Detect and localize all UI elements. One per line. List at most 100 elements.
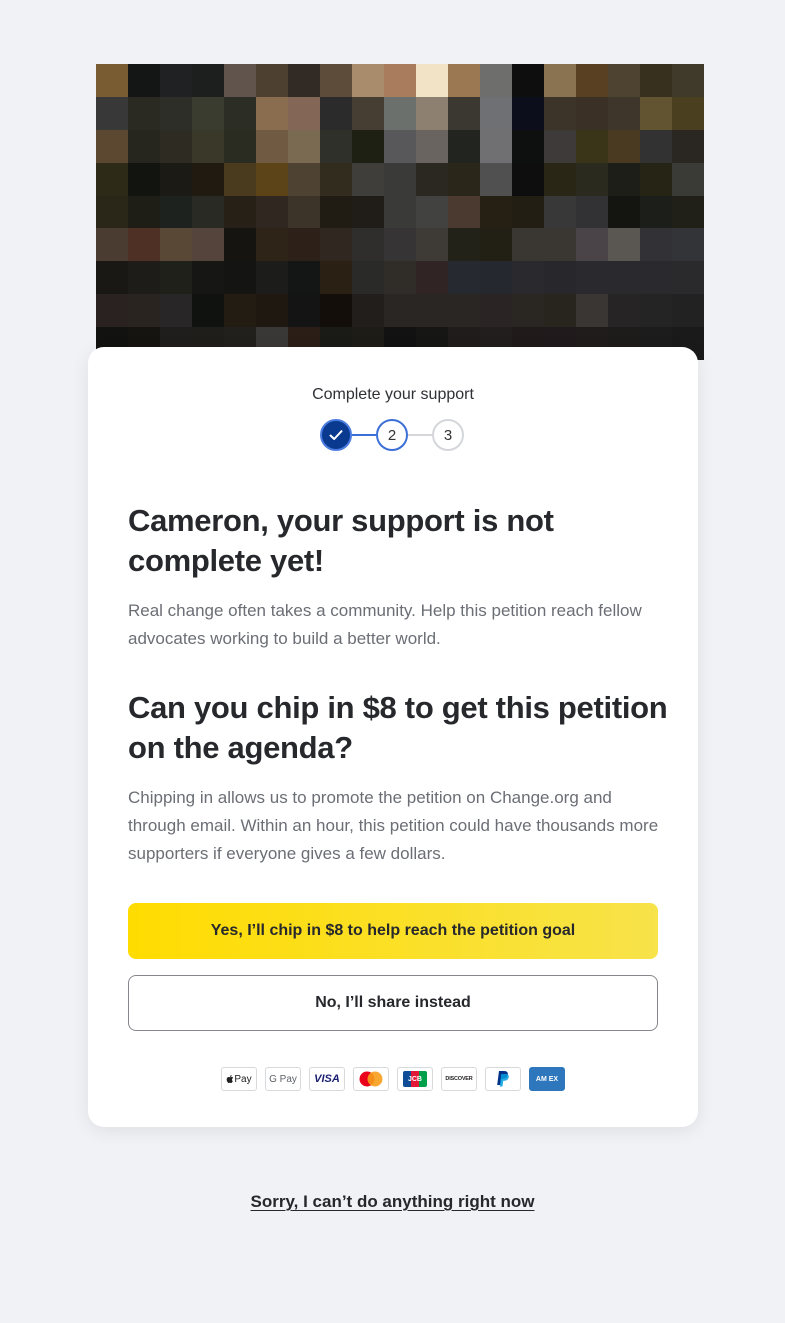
pixel-block <box>288 96 320 130</box>
share-instead-button[interactable]: No, I’ll share instead <box>128 975 658 1031</box>
pixel-block <box>320 261 352 295</box>
pixel-block <box>128 162 160 196</box>
paypal-logo-icon <box>497 1071 509 1087</box>
amex-icon: AM EX <box>529 1067 565 1091</box>
discover-label: DISCOVER <box>445 1076 473 1082</box>
pixel-block <box>416 64 448 97</box>
pixel-block <box>192 64 224 97</box>
pixel-block <box>96 64 128 97</box>
pixel-block <box>224 129 256 163</box>
pixel-block <box>352 261 384 295</box>
pixel-block <box>288 64 320 97</box>
pixel-block <box>576 228 608 262</box>
pixel-block <box>352 96 384 130</box>
pixel-block <box>192 228 224 262</box>
pixel-block <box>672 261 704 295</box>
support-heading: Cameron, your support is not complete ye… <box>128 503 554 578</box>
pixel-block <box>416 129 448 163</box>
pixel-block <box>608 162 640 196</box>
pixel-block <box>672 162 704 196</box>
pixel-block <box>512 261 544 295</box>
pixel-block <box>384 228 416 262</box>
pixel-block <box>416 96 448 130</box>
pixel-block <box>128 294 160 328</box>
pixel-block <box>608 64 640 97</box>
pixel-block <box>672 64 704 97</box>
pixel-block <box>448 294 480 328</box>
pixel-block <box>640 64 672 97</box>
pixel-block <box>608 195 640 229</box>
step-2-current: 2 <box>376 419 408 451</box>
pixel-block <box>672 294 704 328</box>
pixel-block <box>160 162 192 196</box>
pixel-block <box>448 96 480 130</box>
pixel-block <box>96 261 128 295</box>
pixel-block <box>384 96 416 130</box>
pixel-block <box>576 64 608 97</box>
pixel-block <box>288 195 320 229</box>
discover-icon: DISCOVER <box>441 1067 477 1091</box>
pixel-block <box>576 96 608 130</box>
pixel-block <box>448 195 480 229</box>
pixel-block <box>320 162 352 196</box>
pixel-block <box>448 162 480 196</box>
pixel-block <box>288 162 320 196</box>
google-pay-icon: G Pay <box>265 1067 301 1091</box>
pixel-block <box>352 195 384 229</box>
pixel-block <box>384 195 416 229</box>
pixel-block <box>320 96 352 130</box>
pixel-block <box>640 96 672 130</box>
pixel-block <box>224 261 256 295</box>
stepper-connector <box>352 434 376 436</box>
pixel-block <box>480 195 512 229</box>
pixel-block <box>320 195 352 229</box>
stepper-label: Complete your support <box>312 386 474 403</box>
paypal-icon <box>485 1067 521 1091</box>
pixel-block <box>224 228 256 262</box>
pixel-block <box>448 129 480 163</box>
pixel-block <box>544 261 576 295</box>
pixel-block <box>128 129 160 163</box>
pixel-block <box>544 96 576 130</box>
pixel-block <box>96 162 128 196</box>
pixel-block <box>192 294 224 328</box>
progress-stepper: 2 3 <box>320 419 466 451</box>
pixel-block <box>480 129 512 163</box>
pixel-block <box>384 294 416 328</box>
pixel-block <box>192 129 224 163</box>
pixel-block <box>576 195 608 229</box>
pixel-block <box>576 162 608 196</box>
petition-hero-image <box>96 64 704 360</box>
pixel-block <box>512 162 544 196</box>
pixel-block <box>224 294 256 328</box>
pixel-block <box>288 261 320 295</box>
chip-in-button[interactable]: Yes, I’ll chip in $8 to help reach the p… <box>128 903 658 959</box>
pixel-block <box>128 64 160 97</box>
pixel-block <box>416 261 448 295</box>
pixel-block <box>320 294 352 328</box>
pixel-block <box>608 261 640 295</box>
pixel-block <box>448 261 480 295</box>
pixel-block <box>416 294 448 328</box>
decline-link[interactable]: Sorry, I can’t do anything right now <box>251 1192 535 1211</box>
pixel-block <box>512 294 544 328</box>
pixel-block <box>640 228 672 262</box>
pixel-block <box>672 129 704 163</box>
pixel-block <box>672 228 704 262</box>
pixel-block <box>320 64 352 97</box>
pixel-block <box>192 96 224 130</box>
step-1-complete <box>320 419 352 451</box>
pixel-block <box>544 195 576 229</box>
pixel-block <box>320 228 352 262</box>
pixel-block <box>160 129 192 163</box>
pixel-block <box>128 96 160 130</box>
pixel-block <box>512 96 544 130</box>
pixel-block <box>480 162 512 196</box>
chip-in-description: Chipping in allows us to promote the pet… <box>128 788 659 863</box>
pixel-block <box>416 228 448 262</box>
pixel-block <box>384 129 416 163</box>
pixel-block <box>480 261 512 295</box>
pixel-block <box>352 228 384 262</box>
google-pay-label: G Pay <box>269 1073 297 1085</box>
payment-methods: Pay G Pay VISA JCB DISCOVER AM EX <box>221 1067 565 1091</box>
